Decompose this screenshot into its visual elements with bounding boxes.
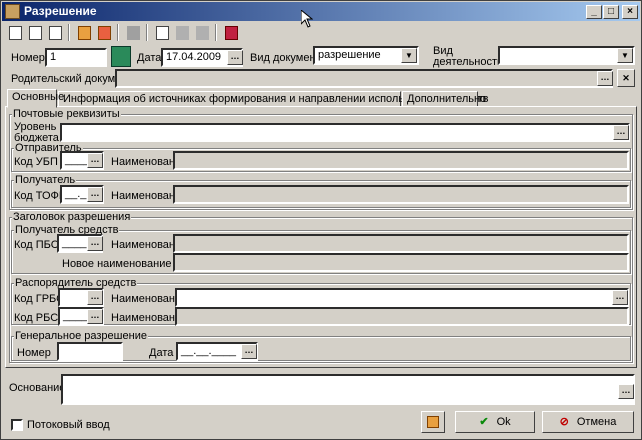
ok-button[interactable]: ✔ Ok — [455, 411, 535, 433]
receiver-code-label: Код ТОФК — [14, 190, 66, 202]
close-button[interactable]: × — [622, 5, 638, 19]
toolbar — [4, 23, 640, 43]
permit-header-title: Заголовок разрешения — [12, 211, 132, 223]
title-bar: Разрешение _ □ × — [2, 2, 640, 21]
window: Разрешение _ □ × Номер 1 Дата 17.04.2009… — [0, 0, 642, 440]
gen-number-label: Номер — [17, 347, 51, 359]
calculator-button[interactable] — [111, 46, 131, 67]
pbs-name-input[interactable] — [173, 234, 629, 253]
cancel-label: Отмена — [576, 416, 617, 428]
receiver-code-browse-button[interactable]: … — [87, 187, 103, 202]
star-icon — [427, 416, 439, 428]
parent-doc-input[interactable] — [115, 69, 613, 88]
rbs-name-input[interactable] — [175, 307, 629, 326]
budget-level-input[interactable] — [60, 123, 630, 142]
grbs-name-browse-button[interactable]: … — [612, 290, 628, 305]
gen-date-picker-button[interactable]: … — [241, 344, 257, 359]
basis-input[interactable] — [61, 374, 635, 405]
stream-input-checkbox[interactable] — [11, 419, 23, 431]
sort-icon — [127, 26, 140, 40]
check-icon: ✔ — [479, 416, 489, 428]
gen-date-label: Дата — [149, 347, 174, 359]
star-up-button[interactable] — [74, 23, 94, 42]
ok-label: Ok — [496, 416, 511, 428]
general-permit-title: Генеральное разрешение — [14, 330, 148, 342]
rbs-label: Код РБС — [14, 312, 59, 324]
number-input[interactable]: 1 — [45, 48, 107, 67]
pbs-code-browse-button[interactable]: … — [87, 236, 103, 251]
book-icon — [225, 26, 238, 40]
preview-button[interactable] — [25, 23, 45, 42]
preview-icon — [29, 26, 42, 40]
print-icon — [9, 26, 22, 40]
star-button[interactable] — [421, 411, 445, 433]
star-down-button[interactable] — [94, 23, 114, 42]
help-book-button[interactable] — [221, 23, 241, 42]
date-label: Дата — [137, 52, 162, 64]
copy-button[interactable] — [45, 23, 65, 42]
budget-level-label: Уровень бюджета — [14, 121, 59, 144]
receiver-name-input[interactable] — [173, 185, 629, 204]
rbs-browse-button[interactable]: … — [87, 309, 103, 324]
chevron-down-icon[interactable]: ▼ — [617, 48, 633, 63]
maximize-button[interactable]: □ — [603, 5, 619, 19]
tab-additional[interactable]: Дополнительно — [402, 91, 486, 107]
cancel-button[interactable]: ⊘ Отмена — [542, 411, 634, 433]
pbs-code-label: Код ПБС — [14, 239, 59, 251]
minimize-button[interactable]: _ — [586, 5, 602, 19]
checklist-icon — [156, 26, 169, 40]
grbs-label: Код ГРБС — [14, 293, 65, 305]
date-picker-button[interactable]: … — [227, 50, 243, 65]
activity-select[interactable] — [498, 46, 635, 65]
sort-button[interactable] — [123, 23, 143, 42]
gen-number-input[interactable] — [57, 342, 123, 361]
star-icon — [78, 26, 91, 40]
tab-main[interactable]: Основные — [7, 89, 64, 108]
sender-code-label: Код УБП — [14, 156, 58, 168]
stream-input-label: Потоковый ввод — [27, 419, 110, 431]
forward-icon — [176, 26, 189, 40]
tab-sources-info[interactable]: Информация об источниках формирования и … — [58, 91, 488, 107]
sender-code-browse-button[interactable]: … — [87, 153, 103, 168]
copy-icon — [49, 26, 62, 40]
parent-doc-browse-button[interactable]: … — [597, 71, 613, 86]
activity-label: Вид деятельности — [433, 45, 504, 68]
number-label: Номер — [11, 52, 45, 64]
cancel-icon: ⊘ — [559, 416, 569, 428]
grbs-browse-button[interactable]: … — [87, 290, 103, 305]
export-button[interactable] — [192, 23, 212, 42]
star-icon — [98, 26, 111, 40]
app-icon — [5, 4, 20, 19]
window-title: Разрешение — [24, 4, 97, 18]
postal-group-title: Почтовые реквизиты — [12, 108, 121, 120]
basis-label: Основание — [9, 382, 66, 394]
checklist-button[interactable] — [152, 23, 172, 42]
new-pbs-name-input[interactable] — [173, 253, 629, 272]
chevron-down-icon[interactable]: ▼ — [401, 48, 417, 63]
basis-browse-button[interactable]: … — [618, 384, 634, 399]
forward-button[interactable] — [172, 23, 192, 42]
grbs-name-input[interactable] — [175, 288, 629, 307]
export-icon — [196, 26, 209, 40]
budget-level-browse-button[interactable]: … — [613, 125, 629, 140]
print-button[interactable] — [5, 23, 25, 42]
sender-name-input[interactable] — [173, 151, 629, 170]
clear-icon[interactable]: ✕ — [617, 69, 635, 87]
